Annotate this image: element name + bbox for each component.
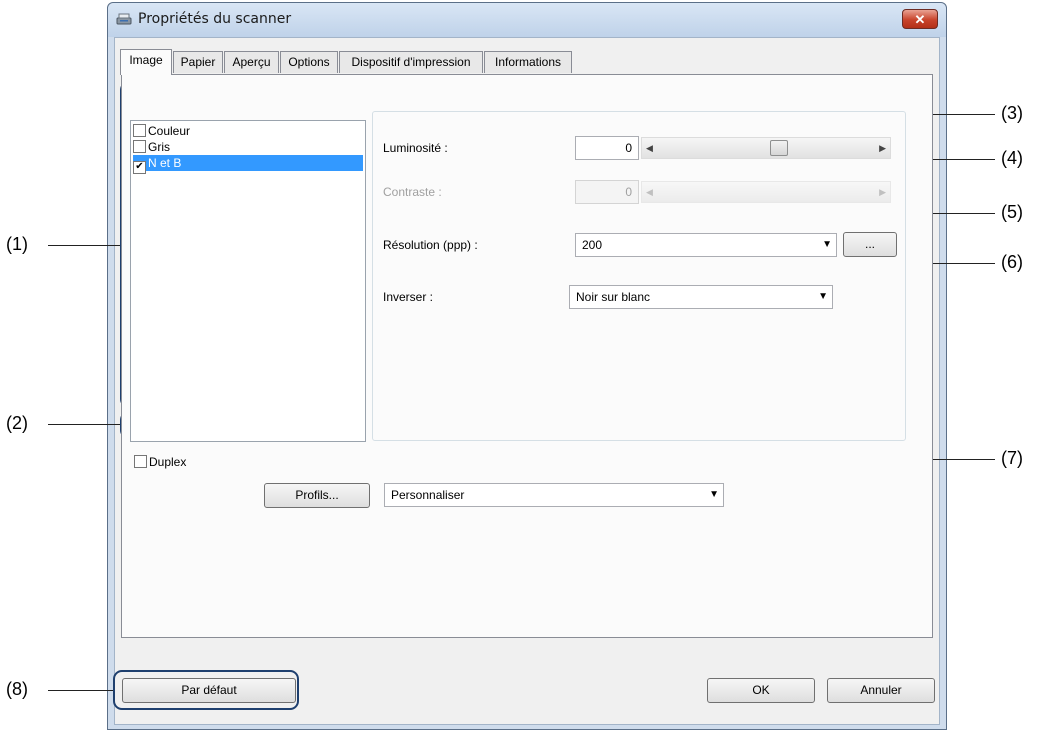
callout-line-2 (48, 424, 120, 425)
tab-papier[interactable]: Papier (173, 51, 223, 73)
tab-image[interactable]: Image (120, 49, 172, 75)
callout-label-1: (1) (6, 234, 28, 254)
callout-label-4: (4) (1001, 148, 1023, 168)
scanner-icon (116, 13, 132, 25)
close-icon: ✕ (914, 12, 926, 27)
contrast-label: Contraste : (383, 185, 442, 199)
brightness-label: Luminosité : (383, 141, 448, 155)
callout-label-8: (8) (6, 679, 28, 699)
callout-line-1 (48, 245, 120, 246)
title-bar: Propriétés du scanner ✕ (108, 3, 946, 37)
list-item-label: Gris (148, 140, 170, 154)
slider-left-arrow-icon[interactable]: ◀ (646, 143, 653, 154)
invert-label: Inverser : (383, 290, 434, 304)
brightness-slider[interactable]: ◀ ▶ (641, 137, 891, 159)
callout-line-8 (48, 690, 113, 691)
callout-label-2: (2) (6, 413, 28, 433)
callout-box-default (113, 670, 299, 710)
slider-right-arrow-icon[interactable]: ▶ (879, 143, 886, 154)
tab-label: Informations (494, 55, 562, 69)
invert-selected-value: Noir sur blanc (576, 290, 651, 304)
slider-left-arrow-icon: ◀ (646, 187, 653, 197)
window-title: Propriétés du scanner (138, 11, 292, 27)
image-mode-list[interactable]: Couleur Gris ✔ N et B (130, 120, 366, 442)
settings-group: Luminosité : 0 ◀ ▶ Contraste : 0 ◀ ▶ Rés… (372, 111, 906, 441)
brightness-slider-thumb[interactable] (770, 140, 788, 156)
dialog-body: Image Papier Aperçu Options Dispositif d… (114, 37, 940, 725)
tab-label: Image (129, 53, 163, 67)
ok-button[interactable]: OK (707, 678, 815, 703)
tab-dispositif-impression[interactable]: Dispositif d'impression (339, 51, 483, 73)
list-item-label: Couleur (148, 124, 191, 138)
callout-label-6: (6) (1001, 252, 1023, 272)
resolution-select[interactable]: 200 ▼ (575, 233, 837, 257)
close-button[interactable]: ✕ (902, 9, 938, 29)
list-item-couleur[interactable]: Couleur (133, 123, 363, 139)
resolution-selected-value: 200 (582, 238, 603, 252)
list-item-n-et-b[interactable]: ✔ N et B (133, 155, 363, 174)
tab-informations[interactable]: Informations (484, 51, 572, 73)
contrast-value-field: 0 (575, 180, 639, 204)
contrast-slider: ◀ ▶ (641, 181, 891, 203)
tab-label: Options (288, 55, 330, 69)
duplex-checkbox-row[interactable]: Duplex (134, 455, 186, 469)
resolution-more-button[interactable]: ... (843, 232, 897, 257)
profile-select[interactable]: Personnaliser ▼ (384, 483, 724, 507)
resolution-label: Résolution (ppp) : (383, 238, 478, 252)
profiles-button[interactable]: Profils... (264, 483, 370, 508)
couleur-checkbox[interactable] (133, 124, 146, 137)
brightness-value-field[interactable]: 0 (575, 136, 639, 160)
tab-options[interactable]: Options (280, 51, 338, 73)
invert-select[interactable]: Noir sur blanc ▼ (569, 285, 833, 309)
chevron-down-icon: ▼ (709, 489, 719, 500)
scanner-properties-window: Propriétés du scanner ✕ Image Papier Ape… (107, 2, 947, 730)
tab-apercu[interactable]: Aperçu (224, 51, 279, 73)
cancel-button[interactable]: Annuler (827, 678, 935, 703)
tab-label: Dispositif d'impression (351, 55, 471, 69)
callout-label-3: (3) (1001, 103, 1023, 123)
gris-checkbox[interactable] (133, 140, 146, 153)
list-item-gris[interactable]: Gris (133, 139, 363, 155)
chevron-down-icon: ▼ (818, 291, 828, 302)
tab-label: Papier (180, 55, 216, 69)
slider-right-arrow-icon: ▶ (879, 187, 886, 197)
duplex-label: Duplex (149, 455, 187, 469)
duplex-checkbox[interactable] (134, 455, 147, 468)
n-et-b-checkbox[interactable]: ✔ (133, 161, 146, 174)
list-item-label: N et B (148, 156, 182, 170)
chevron-down-icon: ▼ (822, 239, 832, 250)
tab-label: Aperçu (232, 55, 271, 69)
callout-label-5: (5) (1001, 202, 1023, 222)
tab-panel-image: Couleur Gris ✔N et B Luminosité : 0 ◀ ▶ (121, 74, 933, 638)
callout-label-7: (7) (1001, 448, 1023, 468)
profile-selected-value: Personnaliser (391, 488, 465, 502)
